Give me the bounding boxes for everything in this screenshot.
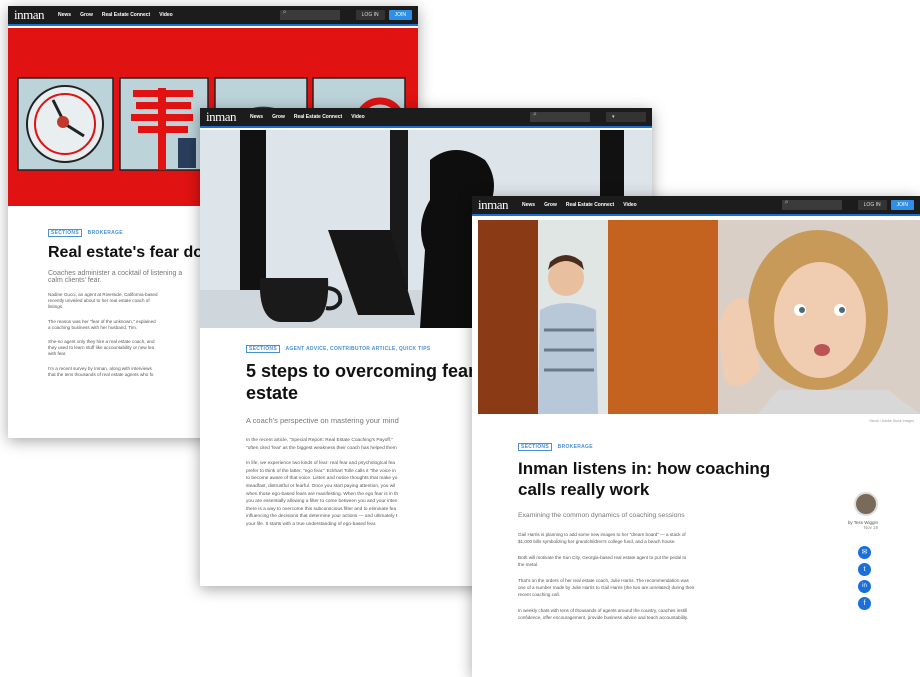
inman-logo[interactable]: inman <box>206 109 237 125</box>
nav-news[interactable]: News <box>250 114 263 120</box>
article-tags: SECTIONS BROKERAGE <box>518 443 818 451</box>
hero-photo <box>478 220 920 414</box>
facebook-icon[interactable]: f <box>858 597 871 610</box>
email-icon[interactable]: ✉ <box>858 546 871 559</box>
author-avatar[interactable] <box>854 492 878 516</box>
search-icon: ⌕ <box>282 9 287 16</box>
nav-news[interactable]: News <box>522 202 535 208</box>
login-button[interactable]: LOG IN <box>355 10 385 20</box>
category-tag[interactable]: BROKERAGE <box>88 230 123 236</box>
article-headline: Inman listens in: how coaching calls rea… <box>518 459 771 499</box>
article-card-coaching-calls[interactable]: inman News Grow Real Estate Connect Vide… <box>472 196 920 677</box>
top-nav: inman News Grow Real Estate Connect Vide… <box>200 108 652 128</box>
nav-grow[interactable]: Grow <box>272 114 285 120</box>
article-dek: Examining the common dynamics of coachin… <box>518 512 685 519</box>
inman-logo[interactable]: inman <box>478 197 509 213</box>
sections-tag[interactable]: SECTIONS <box>48 229 82 237</box>
search-input[interactable]: ⌕ <box>530 111 590 122</box>
sections-tag[interactable]: SECTIONS <box>518 443 552 451</box>
search-icon: ⌕ <box>533 111 537 118</box>
search-icon: ⌕ <box>784 199 789 206</box>
nav-grow[interactable]: Grow <box>544 202 557 208</box>
author-byline: by Tess Wiggin Nov 19 <box>818 492 878 530</box>
sections-tag[interactable]: SECTIONS <box>246 345 280 353</box>
publish-date: Nov 19 <box>863 525 878 530</box>
inman-logo[interactable]: inman <box>14 7 45 23</box>
search-input[interactable]: ⌕ <box>279 9 340 20</box>
join-button[interactable]: JOIN <box>890 200 914 210</box>
share-icons: ✉ t in f <box>858 546 872 610</box>
top-nav: inman News Grow Real Estate Connect Vide… <box>472 196 920 216</box>
eavesdropping-woman-photo <box>478 220 920 414</box>
login-button[interactable]: LOG IN <box>857 200 887 210</box>
top-nav: inman News Grow Real Estate Connect Vide… <box>8 6 418 26</box>
nav-news[interactable]: News <box>58 12 71 18</box>
account-dropdown[interactable]: ▾ <box>606 112 646 122</box>
nav-real-estate-connect[interactable]: Real Estate Connect <box>102 12 150 18</box>
category-tags[interactable]: AGENT ADVICE, CONTRIBUTOR ARTICLE, QUICK… <box>285 346 430 352</box>
article-body: Gail Harris is planning to add some new … <box>518 532 695 621</box>
nav-video[interactable]: Video <box>623 202 637 208</box>
twitter-icon[interactable]: t <box>858 563 871 576</box>
linkedin-icon[interactable]: in <box>858 580 871 593</box>
join-button[interactable]: JOIN <box>388 10 412 20</box>
nav-grow[interactable]: Grow <box>80 12 93 18</box>
nav-video[interactable]: Video <box>351 114 365 120</box>
nav-video[interactable]: Video <box>159 12 173 18</box>
nav-real-estate-connect[interactable]: Real Estate Connect <box>566 202 614 208</box>
nav-real-estate-connect[interactable]: Real Estate Connect <box>294 114 342 120</box>
photo-credit: iStock / Adobe Stock Images <box>869 419 914 423</box>
search-input[interactable]: ⌕ <box>781 199 842 210</box>
category-tag[interactable]: BROKERAGE <box>558 444 593 450</box>
